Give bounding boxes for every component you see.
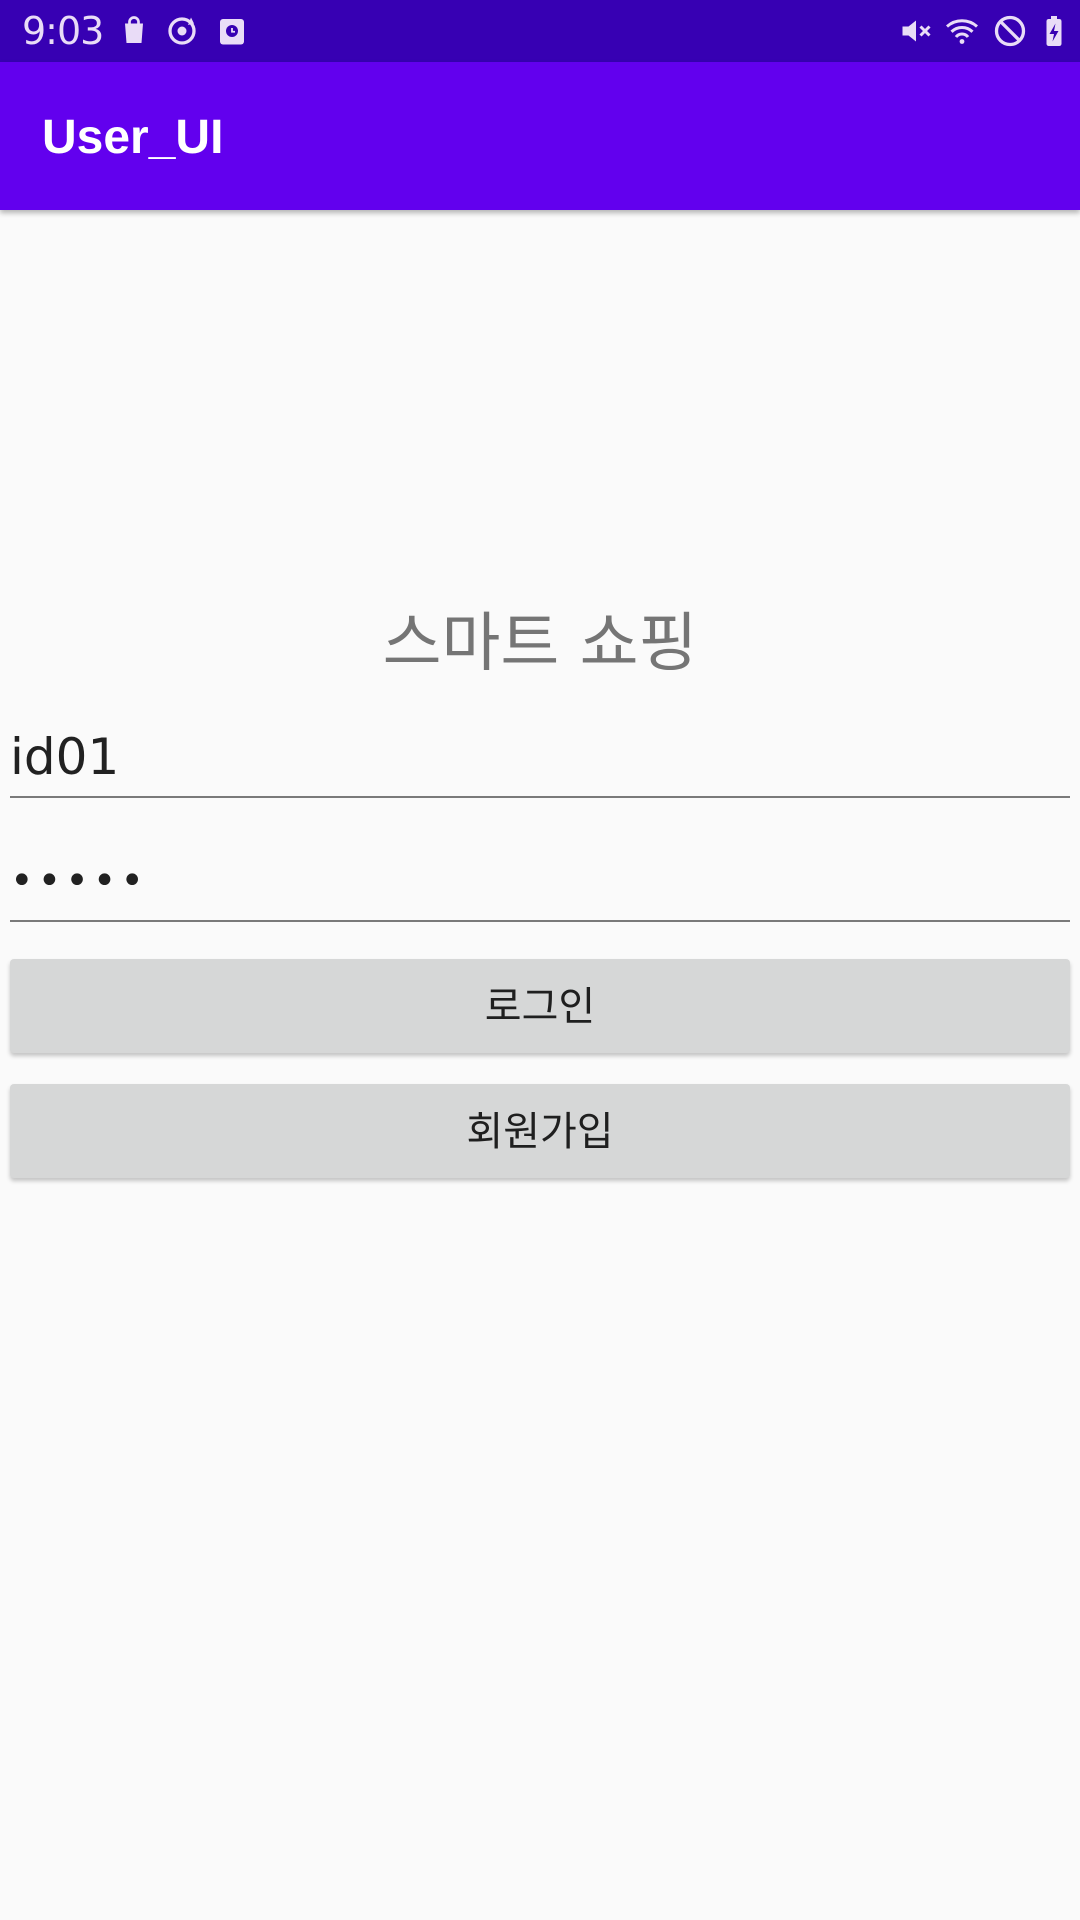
- shopping-bag-icon: [125, 16, 143, 43]
- app-heading: 스마트 쇼핑: [382, 607, 698, 681]
- password-field[interactable]: [10, 840, 1070, 922]
- sync-icon: [168, 17, 196, 45]
- mute-icon: [902, 20, 931, 42]
- login-button[interactable]: 로그인: [10, 959, 1070, 1053]
- status-bar: 9:03: [0, 0, 1080, 62]
- id-input[interactable]: [10, 724, 1050, 790]
- id-field[interactable]: [10, 716, 1070, 798]
- wifi-icon: [946, 19, 978, 44]
- signup-button[interactable]: 회원가입: [10, 1084, 1070, 1178]
- do-not-disturb-icon: [994, 15, 1026, 47]
- password-input[interactable]: [10, 848, 1050, 914]
- status-time: 9:03: [22, 9, 104, 53]
- app-bar: User_UI: [0, 62, 1080, 210]
- calendar-icon: [220, 19, 244, 45]
- app-title: User_UI: [42, 111, 224, 164]
- battery-charging-icon: [1046, 16, 1062, 46]
